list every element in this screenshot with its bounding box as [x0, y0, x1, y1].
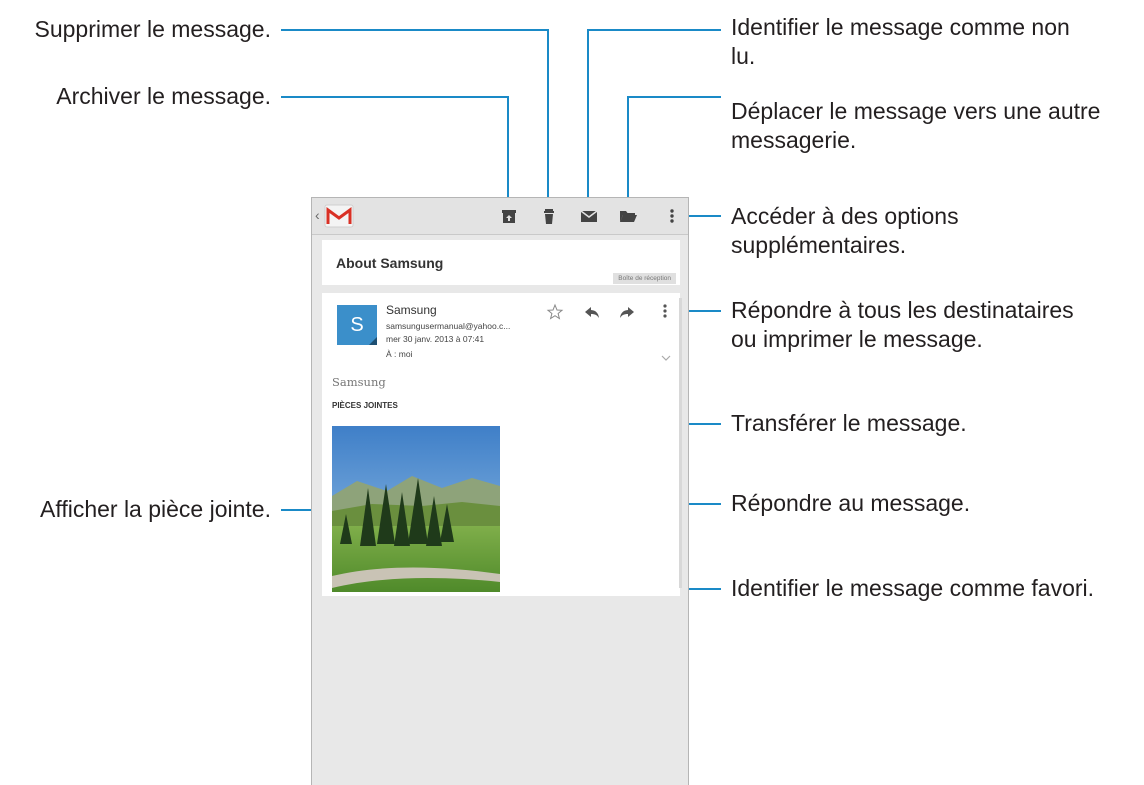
callout-favorite: Identifier le message comme favori. [731, 575, 1095, 601]
attachment-thumbnail[interactable] [332, 426, 500, 592]
subject-card: About Samsung Boîte de réception [322, 240, 680, 285]
action-bar: ‹ [312, 198, 688, 235]
callout-view-attachment: Afficher la pièce jointe. [40, 496, 271, 522]
envelope-icon[interactable] [579, 206, 599, 226]
leader-move [627, 96, 721, 207]
folder-icon[interactable] [618, 206, 638, 226]
leader-mark-unread [587, 29, 721, 207]
callout-move: Déplacer le message vers une autre messa… [731, 97, 1100, 155]
callout-forward: Transférer le message. [731, 410, 967, 436]
callout-mark-unread-line1: Identifier le message comme non [731, 14, 1070, 40]
sender-email: samsungusermanual@yahoo.c... [386, 321, 511, 331]
leader-archive [281, 96, 509, 207]
callout-reply-all-line1: Répondre à tous les destinataires [731, 297, 1074, 323]
email-subject: About Samsung [336, 255, 444, 271]
message-card: S Samsung samsungusermanual@yahoo.c... m… [322, 293, 680, 596]
star-icon[interactable] [546, 303, 564, 321]
callout-move-line1: Déplacer le message vers une autre [731, 98, 1101, 124]
gmail-icon[interactable] [324, 204, 354, 228]
callout-mark-unread: Identifier le message comme non lu. [731, 13, 1070, 71]
expand-chevron-icon[interactable] [661, 355, 671, 361]
sender-name: Samsung [386, 303, 437, 317]
avatar[interactable]: S [337, 305, 377, 345]
message-recipient: À : moi [386, 349, 413, 359]
avatar-letter: S [350, 314, 364, 336]
callout-more-options-line1: Accéder à des options [731, 203, 959, 229]
callout-reply: Répondre au message. [731, 490, 971, 516]
overflow-menu-icon[interactable] [662, 206, 682, 226]
callout-archive: Archiver le message. [56, 83, 271, 109]
folder-label[interactable]: Boîte de réception [613, 273, 676, 284]
message-body: Samsung [332, 375, 386, 389]
avatar-corner [369, 337, 377, 345]
callout-reply-all: Répondre à tous les destinataires ou imp… [731, 296, 1074, 354]
scrollbar[interactable] [679, 298, 682, 588]
callout-move-line2: messagerie. [731, 127, 857, 153]
message-overflow-icon[interactable] [656, 302, 674, 320]
trash-icon[interactable] [539, 206, 559, 226]
archive-icon[interactable] [499, 206, 519, 226]
callout-more-options: Accéder à des options supplémentaires. [731, 202, 959, 260]
callout-delete: Supprimer le message. [34, 16, 272, 42]
attachments-title: PIÈCES JOINTES [332, 401, 398, 410]
gmail-screen: ‹ About Samsung Boîte de réception S Sam… [311, 197, 689, 785]
leader-delete [281, 29, 549, 207]
forward-icon[interactable] [618, 303, 636, 321]
callout-mark-unread-line2: lu. [731, 43, 756, 69]
reply-icon[interactable] [583, 303, 601, 321]
message-date: mer 30 janv. 2013 à 07:41 [386, 334, 485, 344]
callout-more-options-line2: supplémentaires. [731, 232, 907, 258]
callout-reply-all-line2: ou imprimer le message. [731, 326, 983, 352]
back-chevron-icon[interactable]: ‹ [315, 207, 320, 223]
